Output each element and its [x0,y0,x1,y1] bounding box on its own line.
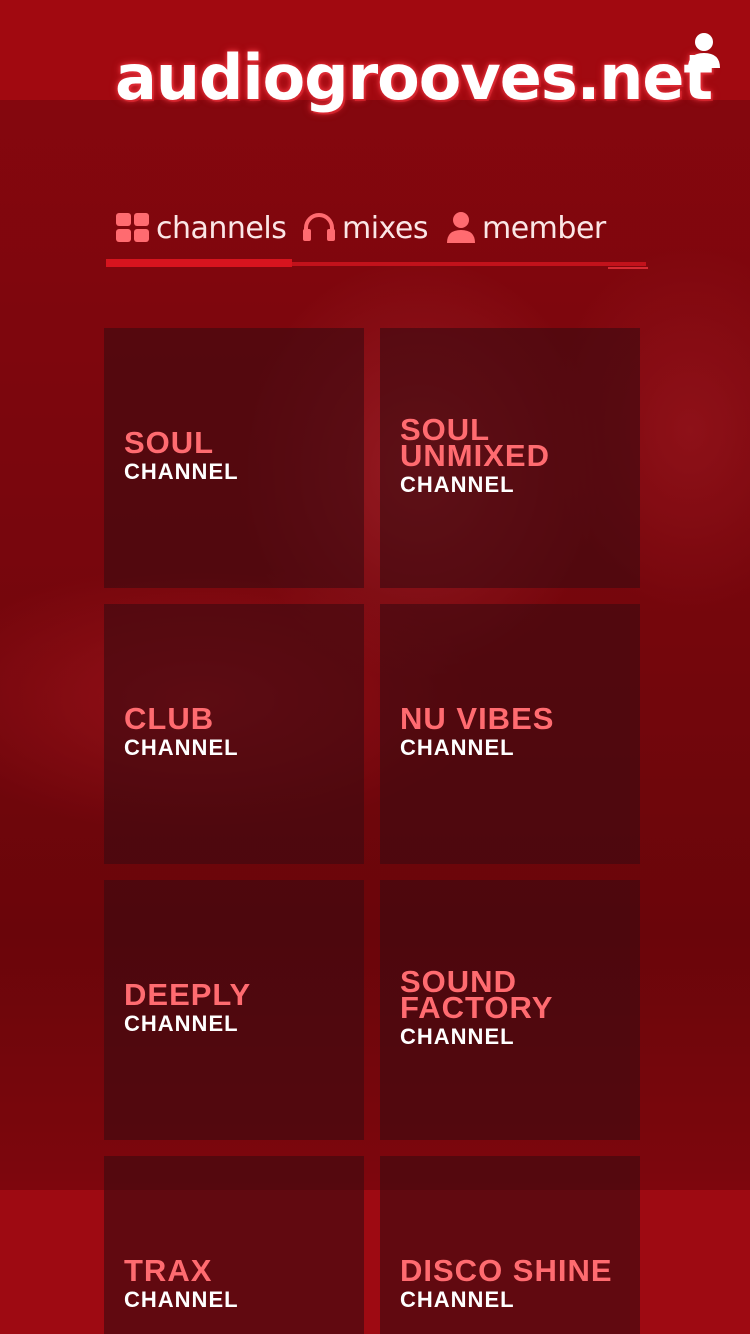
nav-underline-tail [608,267,648,269]
channel-name: NU VIBES [400,701,555,736]
channel-name: SOUND FACTORY [400,964,554,1025]
channel-name: SOUL [124,425,215,460]
channel-subtitle: CHANNEL [124,1287,239,1312]
channel-subtitle: CHANNEL [400,735,515,760]
tab-member-label: member [482,210,606,246]
channel-tile-sound-factory[interactable]: SOUND FACTORY CHANNEL [380,880,640,1140]
channel-tile-deeply[interactable]: DEEPLY CHANNEL [104,880,364,1140]
channel-name: DISCO SHINE [400,1253,613,1288]
site-logo[interactable]: audiogrooves.net [115,38,713,118]
tab-mixes[interactable]: mixes [302,206,428,250]
channel-label: DEEPLY CHANNEL [124,977,354,1038]
channel-label: TRAX CHANNEL [124,1253,354,1314]
channel-name: DEEPLY [124,977,252,1012]
channel-label: SOUND FACTORY CHANNEL [400,964,630,1051]
channel-tile-soul[interactable]: SOUL CHANNEL [104,328,364,588]
channel-tile-nu-vibes[interactable]: NU VIBES CHANNEL [380,604,640,864]
channel-name: CLUB [124,701,215,736]
channel-subtitle: CHANNEL [400,472,515,497]
headphones-icon [302,213,336,243]
channel-label: SOUL UNMIXED CHANNEL [400,412,630,499]
channel-label: CLUB CHANNEL [124,701,354,762]
tab-channels[interactable]: channels [116,206,287,250]
member-user-icon [446,212,476,244]
channel-tile-trax[interactable]: TRAX CHANNEL [104,1156,364,1334]
channel-subtitle: CHANNEL [124,735,239,760]
nav-track [292,262,646,266]
user-icon [688,33,720,68]
grid-icon [116,213,150,243]
tab-channels-label: channels [156,210,287,246]
channel-subtitle: CHANNEL [400,1287,515,1312]
channel-label: NU VIBES CHANNEL [400,701,630,762]
channel-tile-disco-shine[interactable]: DISCO SHINE CHANNEL [380,1156,640,1334]
channel-tile-club[interactable]: CLUB CHANNEL [104,604,364,864]
channel-label: DISCO SHINE CHANNEL [400,1253,630,1314]
nav-active-indicator [106,259,292,267]
channel-name: TRAX [124,1253,213,1288]
logo-text: audiogrooves.net [115,41,713,114]
channel-label: SOUL CHANNEL [124,425,354,486]
channel-subtitle: CHANNEL [124,1011,239,1036]
tab-member[interactable]: member [446,206,606,250]
tab-mixes-label: mixes [342,210,428,246]
channel-name: SOUL UNMIXED [400,412,550,473]
user-account-button[interactable] [686,32,722,70]
channel-subtitle: CHANNEL [124,459,239,484]
channel-tile-soul-unmixed[interactable]: SOUL UNMIXED CHANNEL [380,328,640,588]
main-nav: channels mixes member [106,200,648,270]
channel-subtitle: CHANNEL [400,1024,515,1049]
